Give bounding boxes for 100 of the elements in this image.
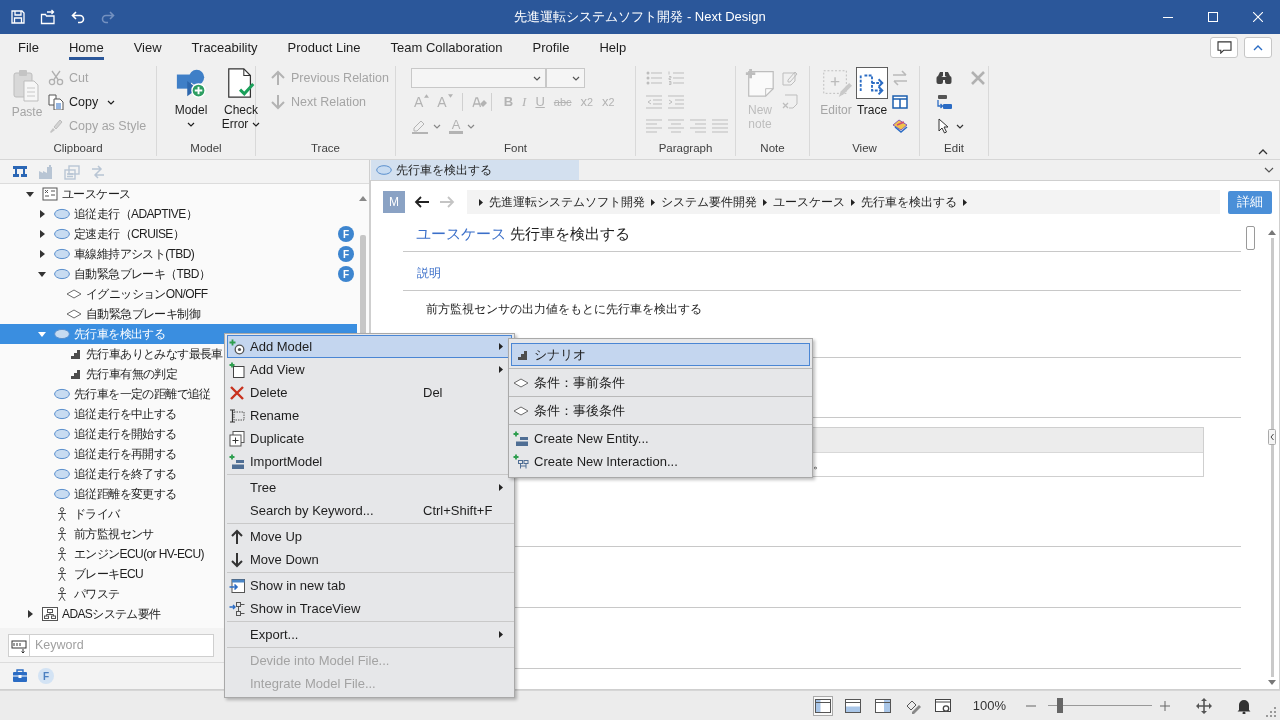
scroll-thumb[interactable] [1246, 226, 1255, 250]
bell-icon[interactable] [1236, 697, 1252, 714]
outline-item[interactable]: 先行車ありとみなす最長車 [0, 344, 223, 364]
save-icon[interactable] [10, 9, 26, 25]
menu-item[interactable]: Tree [227, 476, 512, 499]
menu-item[interactable]: Move Down [227, 548, 512, 571]
ribbon-tab[interactable]: Product Line [287, 34, 361, 60]
outline-item[interactable]: 追従走行を再開する [0, 444, 177, 464]
arrow-left-icon[interactable] [414, 196, 430, 208]
breadcrumb-link[interactable]: ユースケース [773, 193, 845, 211]
brush-icon [48, 118, 64, 134]
outline-item[interactable]: 車線維持アシスト(TBD) F [0, 244, 357, 264]
editor-tab[interactable]: 先行車を検出する [371, 160, 579, 180]
group-label: Trace [311, 141, 340, 156]
outline-item[interactable]: 追従距離を変更する [0, 484, 177, 504]
outline-item[interactable]: 追従走行（ADAPTIVE） [0, 204, 197, 224]
triangle-right-icon[interactable] [963, 198, 967, 206]
outline-item[interactable]: ブレーキECU [0, 564, 144, 584]
slider-thumb[interactable] [1057, 698, 1064, 713]
resize-grip-icon[interactable] [1266, 707, 1276, 717]
outline-item[interactable]: 先行車を一定の距離で追従 [0, 384, 211, 404]
scrollbar[interactable] [1267, 230, 1277, 685]
triangle-down-icon[interactable] [38, 270, 46, 278]
menu-item[interactable]: Add Model [227, 335, 512, 358]
menu-item[interactable]: Search by Keyword... Ctrl+Shift+F [227, 499, 512, 522]
plus-bars-icon [229, 453, 245, 470]
ellipse-icon [54, 247, 70, 261]
outline-item[interactable]: エンジンECU(or HV-ECU) [0, 544, 204, 564]
outline-item[interactable]: 先行車有無の判定 [0, 364, 178, 384]
maximize-icon[interactable] [1207, 12, 1218, 22]
folder-arrow-icon[interactable] [40, 9, 56, 25]
breadcrumb-link[interactable]: 先進運転システムソフト開発 [489, 193, 645, 211]
menu-item[interactable]: Show in new tab [227, 574, 512, 597]
feedback-button[interactable] [1210, 37, 1238, 58]
triangle-right-icon[interactable] [38, 230, 46, 238]
toolbox-icon[interactable] [12, 668, 28, 684]
menu-item[interactable]: ImportModel [227, 450, 512, 473]
outline-item[interactable]: 追従走行を開始する [0, 424, 177, 444]
menu-item[interactable]: Show in TraceView [227, 597, 512, 620]
menu-item[interactable]: Export... [227, 623, 512, 646]
model-button[interactable]: Model [167, 66, 215, 127]
outline-item[interactable]: ADASシステム要件 [0, 604, 161, 624]
check-error-button[interactable]: Check Error [217, 66, 265, 131]
bars-hook-arrow-icon[interactable] [936, 94, 952, 110]
outline-item[interactable]: ドライバ [0, 504, 120, 524]
group-label: Note [760, 141, 785, 156]
split-panel-icon[interactable] [892, 94, 908, 110]
outline-item[interactable]: 追従走行を終了する [0, 464, 177, 484]
collapse-handle-icon[interactable] [1268, 429, 1276, 445]
caret-icon[interactable] [956, 123, 964, 129]
scroll-up-icon[interactable] [1268, 230, 1276, 235]
move-arrows-icon[interactable] [1196, 697, 1212, 714]
menu-item[interactable]: シナリオ [511, 343, 810, 366]
ribbon-tab[interactable]: View [133, 34, 162, 60]
outline-item[interactable]: イグニッションON/OFF [0, 284, 208, 304]
menu-item[interactable]: 条件：事前条件 [511, 371, 810, 394]
copy-button[interactable]: Copy [48, 90, 147, 114]
outline-item[interactable]: 追従走行を中止する [0, 404, 177, 424]
scroll-up-icon[interactable] [359, 196, 367, 201]
menu-item[interactable]: Duplicate [227, 427, 512, 450]
triangle-right-icon[interactable] [26, 610, 34, 618]
menu-item[interactable]: Move Up [227, 525, 512, 548]
binoculars-icon[interactable] [936, 70, 952, 86]
breadcrumb-link[interactable]: システム要件開発 [661, 193, 757, 211]
scroll-down-icon[interactable] [1268, 680, 1276, 685]
arrow-up-icon [270, 70, 286, 86]
triangle-down-icon[interactable] [26, 190, 34, 198]
menu-item[interactable]: Create New Entity... [511, 427, 810, 450]
triangle-right-icon[interactable] [38, 210, 46, 218]
outline-item[interactable]: ユースケース [0, 184, 131, 204]
ribbon-tab[interactable]: Traceability [191, 34, 258, 60]
keyword-search-field[interactable]: Keyword [30, 633, 214, 657]
outline-item[interactable]: 定速走行（CRUISE） F [0, 224, 357, 244]
breadcrumb-link[interactable]: 先行車を検出する [861, 193, 957, 211]
ribbon-tab[interactable]: Profile [532, 34, 570, 60]
menu-item[interactable]: Rename [227, 404, 512, 427]
chevron-up-icon[interactable] [1258, 149, 1268, 155]
hierarchy-icon[interactable] [12, 163, 28, 180]
ribbon-tab[interactable]: Team Collaboration [390, 34, 503, 60]
chevron-down-icon[interactable] [1264, 167, 1274, 173]
triangle-right-icon[interactable] [38, 250, 46, 258]
trace-button[interactable]: Trace [854, 66, 890, 117]
outline-item[interactable]: パワステ [0, 584, 120, 604]
zoom-in-icon[interactable] [1160, 700, 1170, 711]
layout-button[interactable] [812, 695, 833, 716]
outline-item[interactable]: 自動緊急ブレーキ（TBD） F [0, 264, 357, 284]
page-heading: ユースケース 先行車を検出する [416, 225, 631, 244]
menu-item[interactable]: Delete Del [227, 381, 512, 404]
layers-icon[interactable] [892, 118, 908, 134]
ribbon-tab[interactable]: File [18, 34, 39, 60]
outline-item[interactable]: 前方監視センサ [0, 524, 154, 544]
menu-item[interactable]: Create New Interaction... [511, 450, 810, 473]
section-label: 説明 [417, 265, 441, 282]
text-cursor-icon [229, 407, 245, 424]
ribbon-tab[interactable]: Help [599, 34, 627, 60]
menu-item[interactable]: Add View [227, 358, 512, 381]
undo-icon[interactable] [70, 9, 86, 25]
close-icon[interactable] [1252, 12, 1263, 22]
menu-item[interactable]: 条件：事後条件 [511, 399, 810, 422]
outline-item[interactable]: 自動緊急ブレーキ制御 [0, 304, 200, 324]
